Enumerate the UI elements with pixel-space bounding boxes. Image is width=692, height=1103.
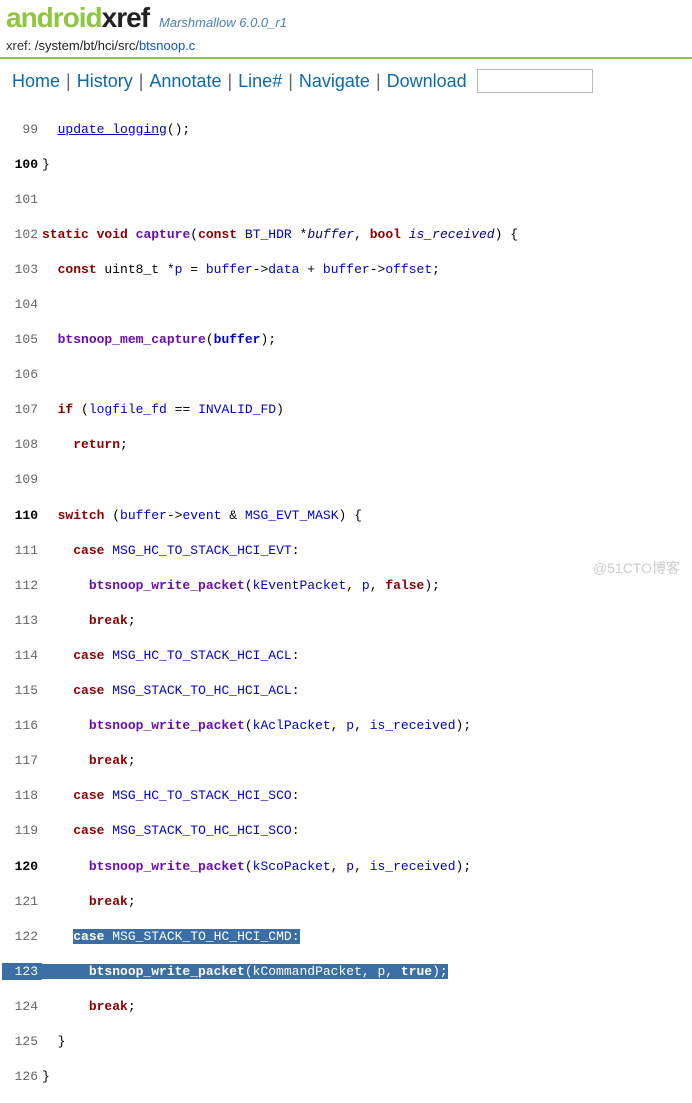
line-number[interactable]: 105: [2, 331, 42, 349]
code-line: switch (buffer->event & MSG_EVT_MASK) {: [42, 507, 692, 525]
line-number[interactable]: 100: [2, 156, 42, 174]
nav-bar: Home| History| Annotate| Line#| Navigate…: [0, 59, 692, 103]
nav-line[interactable]: Line#: [234, 71, 286, 92]
logo-left: android: [6, 2, 102, 33]
code-line: btsnoop_write_packet(kCommandPacket, p, …: [42, 963, 692, 981]
line-number[interactable]: 103: [2, 261, 42, 279]
code-line: }: [42, 1068, 692, 1086]
line-number[interactable]: 123: [2, 963, 42, 981]
code-line: return;: [42, 436, 692, 454]
code-line: [42, 471, 692, 489]
code-line: case MSG_STACK_TO_HC_HCI_CMD:: [42, 928, 692, 946]
code-line: update_logging();: [42, 121, 692, 139]
code-line: }: [42, 156, 692, 174]
code-line: [42, 366, 692, 384]
code-line: static void capture(const BT_HDR *buffer…: [42, 226, 692, 244]
line-number[interactable]: 99: [2, 121, 42, 139]
line-number[interactable]: 116: [2, 717, 42, 735]
code-line: if (logfile_fd == INVALID_FD): [42, 401, 692, 419]
line-number[interactable]: 119: [2, 822, 42, 840]
line-number[interactable]: 114: [2, 647, 42, 665]
xref-path[interactable]: /system/bt/hci/src/: [35, 38, 139, 53]
code-view[interactable]: 99 update_logging(); 100} 101 102static …: [0, 103, 692, 1103]
nav-history[interactable]: History: [73, 71, 137, 92]
code-line: case MSG_HC_TO_STACK_HCI_ACL:: [42, 647, 692, 665]
xref-file[interactable]: btsnoop.c: [139, 38, 195, 53]
line-number[interactable]: 125: [2, 1033, 42, 1051]
line-number[interactable]: 109: [2, 471, 42, 489]
code-line: break;: [42, 998, 692, 1016]
line-number[interactable]: 107: [2, 401, 42, 419]
code-line: case MSG_HC_TO_STACK_HCI_SCO:: [42, 787, 692, 805]
code-line: btsnoop_write_packet(kAclPacket, p, is_r…: [42, 717, 692, 735]
line-number[interactable]: 106: [2, 366, 42, 384]
logo-row: androidxref Marshmallow 6.0.0_r1: [0, 0, 692, 34]
line-number[interactable]: 104: [2, 296, 42, 314]
code-line: break;: [42, 893, 692, 911]
line-number[interactable]: 122: [2, 928, 42, 946]
breadcrumb: xref: /system/bt/hci/src/btsnoop.c: [0, 34, 692, 59]
line-number[interactable]: 110: [2, 507, 42, 525]
nav-annotate[interactable]: Annotate: [145, 71, 225, 92]
code-line: btsnoop_mem_capture(buffer);: [42, 331, 692, 349]
line-number[interactable]: 117: [2, 752, 42, 770]
code-line: break;: [42, 752, 692, 770]
nav-navigate[interactable]: Navigate: [295, 71, 374, 92]
line-number[interactable]: 124: [2, 998, 42, 1016]
logo-right: xref: [102, 2, 149, 33]
code-line: btsnoop_write_packet(kScoPacket, p, is_r…: [42, 858, 692, 876]
code-line: [42, 296, 692, 314]
line-number[interactable]: 108: [2, 436, 42, 454]
code-line: }: [42, 1033, 692, 1051]
line-number[interactable]: 113: [2, 612, 42, 630]
code-line: btsnoop_write_packet(kEventPacket, p, fa…: [42, 577, 692, 595]
line-number[interactable]: 118: [2, 787, 42, 805]
line-number[interactable]: 115: [2, 682, 42, 700]
line-number[interactable]: 111: [2, 542, 42, 560]
nav-download[interactable]: Download: [383, 71, 471, 92]
xref-prefix: xref:: [6, 38, 35, 53]
code-line: case MSG_STACK_TO_HC_HCI_SCO:: [42, 822, 692, 840]
line-number[interactable]: 120: [2, 858, 42, 876]
line-number[interactable]: 126: [2, 1068, 42, 1086]
line-number[interactable]: 101: [2, 191, 42, 209]
line-number[interactable]: 102: [2, 226, 42, 244]
nav-home[interactable]: Home: [12, 71, 64, 92]
code-line: const uint8_t *p = buffer->data + buffer…: [42, 261, 692, 279]
code-line: break;: [42, 612, 692, 630]
search-input[interactable]: [477, 69, 593, 93]
code-line: case MSG_STACK_TO_HC_HCI_ACL:: [42, 682, 692, 700]
logo-subtitle: Marshmallow 6.0.0_r1: [159, 15, 287, 34]
watermark: @51CTO博客: [593, 558, 680, 578]
logo-main: androidxref: [6, 2, 149, 34]
line-number[interactable]: 121: [2, 893, 42, 911]
code-line: case MSG_HC_TO_STACK_HCI_EVT:: [42, 542, 692, 560]
line-number[interactable]: 112: [2, 577, 42, 595]
code-line: [42, 191, 692, 209]
